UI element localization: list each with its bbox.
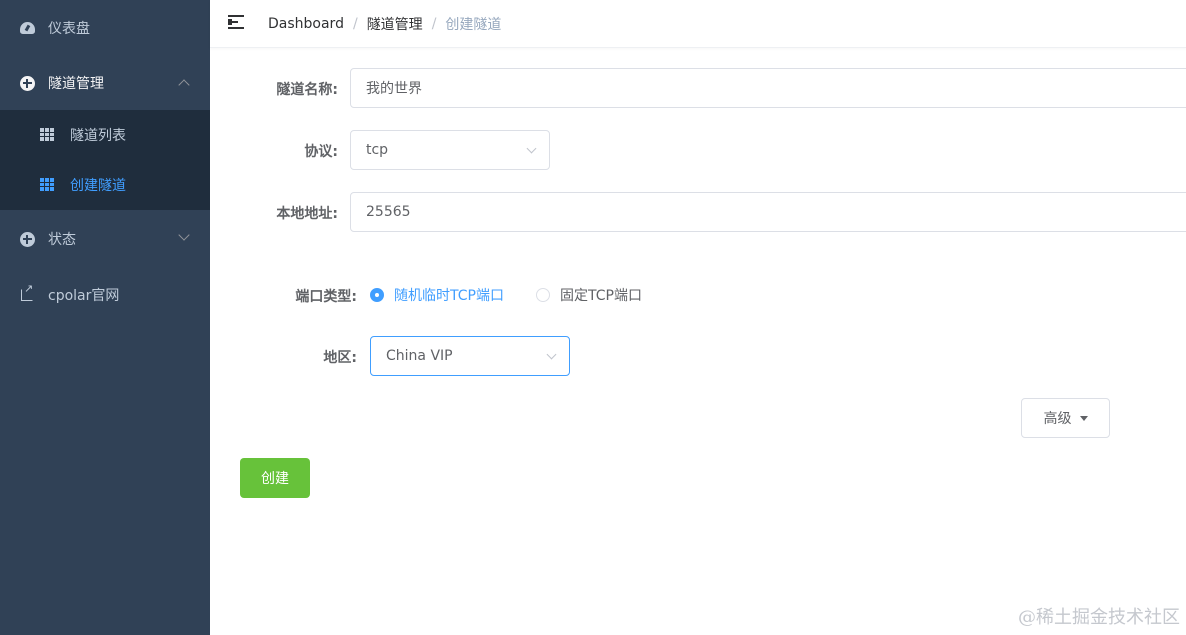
breadcrumb-item-dashboard[interactable]: Dashboard xyxy=(268,16,344,32)
advanced-dropdown-button[interactable]: 高级 xyxy=(1021,398,1110,438)
protocol-label: 协议: xyxy=(304,144,338,160)
tunnel-name-input[interactable]: 我的世界 xyxy=(350,68,1186,108)
local-address-label: 本地地址: xyxy=(276,206,338,222)
tunnel-name-value: 我的世界 xyxy=(366,81,422,97)
grid-icon xyxy=(40,128,54,141)
region-value: China VIP xyxy=(386,348,453,364)
tunnel-name-label: 隧道名称: xyxy=(276,82,338,98)
region-select[interactable]: China VIP xyxy=(370,336,570,376)
radio-label: 随机临时TCP端口 xyxy=(394,288,504,304)
local-address-input[interactable]: 25565 xyxy=(350,192,1186,232)
grid-icon xyxy=(40,178,54,191)
sidebar-item-label: cpolar官网 xyxy=(48,288,120,304)
sidebar-item-label: 状态 xyxy=(48,232,76,248)
sidebar-item-label: 隧道管理 xyxy=(48,76,104,92)
region-label: 地区: xyxy=(323,350,357,366)
breadcrumb-separator: / xyxy=(352,16,358,32)
circle-plus-icon xyxy=(19,75,35,91)
sidebar-item-tunnel-list[interactable]: 隧道列表 xyxy=(0,110,210,160)
radio-random-tcp-port[interactable]: 随机临时TCP端口 xyxy=(370,285,504,305)
chevron-down-icon xyxy=(178,229,190,241)
sidebar-item-cpolar-website[interactable]: cpolar官网 xyxy=(0,267,210,323)
sidebar-item-create-tunnel[interactable]: 创建隧道 xyxy=(0,160,210,210)
create-button[interactable]: 创建 xyxy=(240,458,310,498)
external-link-icon xyxy=(19,282,35,303)
breadcrumb-item-create-tunnel: 创建隧道 xyxy=(445,17,502,33)
circle-plus-icon xyxy=(19,231,35,247)
sidebar-item-status[interactable]: 状态 xyxy=(0,211,210,267)
sidebar: 仪表盘 隧道管理 隧道列表 创建隧道 状态 cpolar官网 xyxy=(0,0,210,635)
dashboard-icon xyxy=(19,20,35,36)
hamburger-icon[interactable] xyxy=(228,15,244,29)
chevron-up-icon xyxy=(178,79,190,91)
sidebar-item-tunnel-management[interactable]: 隧道管理 xyxy=(0,55,210,111)
caret-down-icon xyxy=(1079,415,1088,421)
advanced-label: 高级 xyxy=(1043,411,1072,427)
chevron-down-icon xyxy=(546,349,557,360)
radio-label: 固定TCP端口 xyxy=(560,288,642,304)
radio-checked-icon xyxy=(370,288,384,302)
sidebar-item-label: 仪表盘 xyxy=(48,21,90,37)
port-type-label: 端口类型: xyxy=(295,289,357,305)
chevron-down-icon xyxy=(526,143,537,154)
watermark: @稀土掘金技术社区 xyxy=(1018,607,1180,628)
top-header: Dashboard / 隧道管理 / 创建隧道 xyxy=(210,0,1186,48)
sidebar-item-dashboard[interactable]: 仪表盘 xyxy=(0,0,210,56)
local-address-value: 25565 xyxy=(366,204,411,220)
radio-fixed-tcp-port[interactable]: 固定TCP端口 xyxy=(536,285,642,305)
radio-unchecked-icon xyxy=(536,288,550,302)
breadcrumb-separator: / xyxy=(431,16,437,32)
protocol-select[interactable]: tcp xyxy=(350,130,550,170)
tunnel-submenu: 隧道列表 创建隧道 xyxy=(0,110,210,210)
breadcrumb: Dashboard / 隧道管理 / 创建隧道 xyxy=(268,14,501,34)
sidebar-item-label: 隧道列表 xyxy=(70,128,126,144)
breadcrumb-item-tunnel-management[interactable]: 隧道管理 xyxy=(367,14,423,34)
sidebar-item-label: 创建隧道 xyxy=(70,178,126,194)
protocol-value: tcp xyxy=(366,142,389,158)
